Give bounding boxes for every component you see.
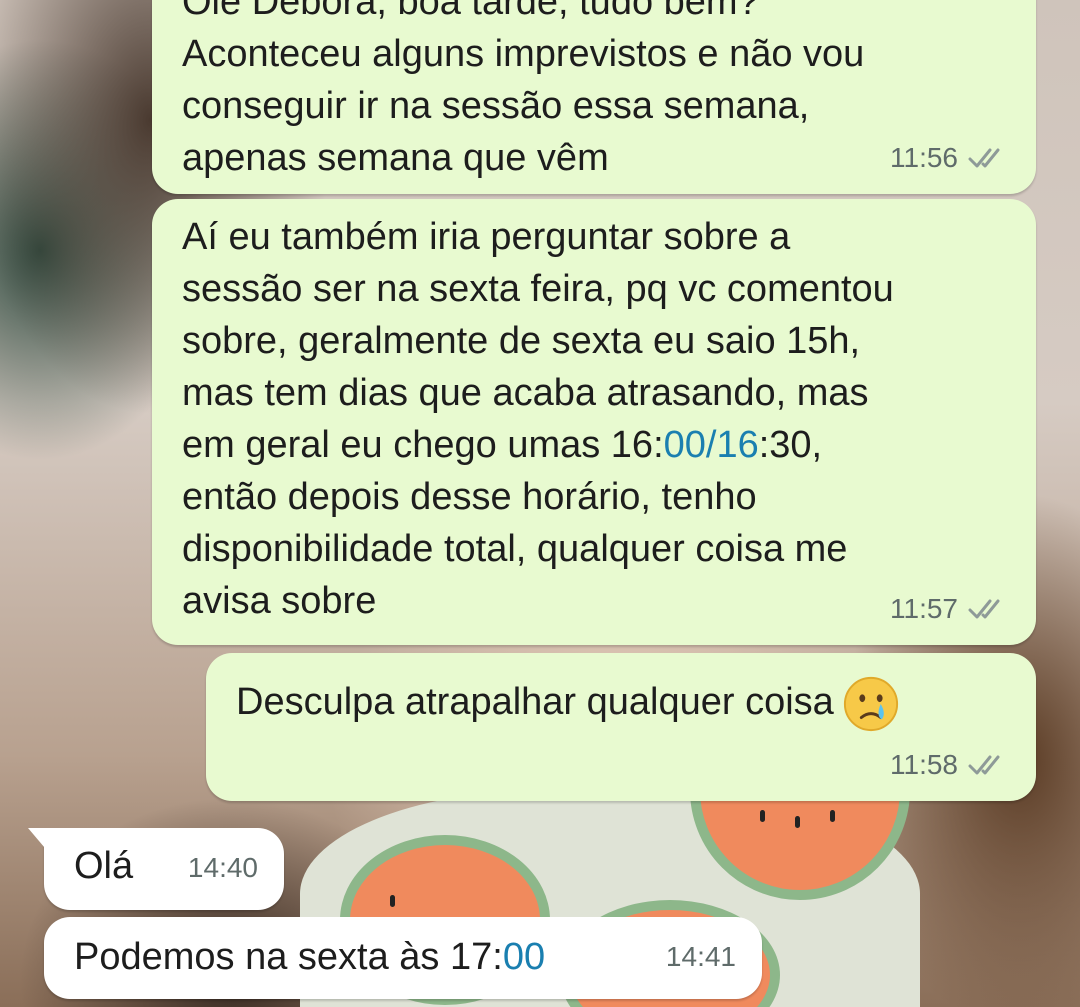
message-line: Aconteceu alguns imprevistos e não vou xyxy=(182,33,865,75)
chat-message-list: Oie Débora, boa tarde, tudo bem? Acontec… xyxy=(0,0,1080,1007)
message-line: Desculpa atrapalhar qualquer coisa xyxy=(236,675,1010,733)
message-text-part: :30, xyxy=(758,424,823,466)
incoming-message[interactable]: Olá 14:40 xyxy=(28,828,284,910)
incoming-message[interactable]: Podemos na sexta às 17:00 14:41 xyxy=(44,917,762,999)
message-text: Desculpa atrapalhar qualquer coisa xyxy=(236,681,834,724)
outgoing-message[interactable]: Desculpa atrapalhar qualquer coisa 11:58 xyxy=(206,653,1036,801)
message-line: Oie Débora, boa tarde, tudo bem? xyxy=(182,0,759,23)
crying-face-emoji xyxy=(843,676,898,732)
double-check-icon xyxy=(968,599,1000,619)
message-meta: 11:57 xyxy=(890,583,1012,635)
message-line: mas tem dias que acaba atrasando, mas xyxy=(182,372,869,414)
outgoing-message[interactable]: Oie Débora, boa tarde, tudo bem? Acontec… xyxy=(152,0,1036,194)
message-meta: 11:56 xyxy=(890,132,1012,184)
message-line: Aí eu também iria perguntar sobre a xyxy=(182,216,791,258)
message-line: sessão ser na sexta feira, pq vc comento… xyxy=(182,268,894,310)
message-time: 11:56 xyxy=(890,142,958,173)
message-meta: 11:58 xyxy=(890,739,1012,791)
message-time: 11:58 xyxy=(890,749,958,780)
double-check-icon xyxy=(968,755,1000,775)
phone-number-link[interactable]: 00/16 xyxy=(664,424,759,466)
message-time: 14:41 xyxy=(665,941,736,972)
message-line: disponibilidade total, qualquer coisa me xyxy=(182,528,848,570)
message-time: 11:57 xyxy=(890,593,958,624)
message-time: 14:40 xyxy=(187,852,258,883)
double-check-icon xyxy=(968,148,1000,168)
message-line: avisa sobre xyxy=(182,580,377,622)
message-line: sobre, geralmente de sexta eu saio 15h, xyxy=(182,320,861,362)
phone-number-link[interactable]: 00 xyxy=(503,936,545,978)
message-line: em geral eu chego umas 16:00/16:30, xyxy=(182,419,1010,471)
outgoing-message[interactable]: Aí eu também iria perguntar sobre a sess… xyxy=(152,199,1036,645)
message-text-part: Podemos na sexta às 17: xyxy=(74,936,503,978)
message-line: conseguir ir na sessão essa semana, xyxy=(182,85,810,127)
message-line: apenas semana que vêm xyxy=(182,137,609,179)
message-meta: 14:41 xyxy=(666,931,736,983)
message-meta: 14:40 xyxy=(188,842,258,894)
bubble-tail xyxy=(28,828,50,854)
message-text-part: em geral eu chego umas 16: xyxy=(182,424,664,466)
message-line: então depois desse horário, tenho xyxy=(182,476,757,518)
message-line: Podemos na sexta às 17:00 xyxy=(74,931,736,983)
